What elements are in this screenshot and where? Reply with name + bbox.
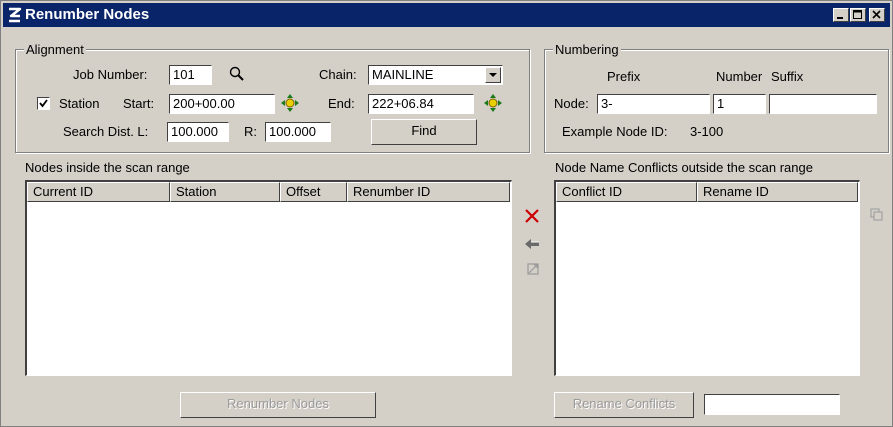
- conflicts-list[interactable]: Conflict ID Rename ID: [554, 180, 860, 376]
- delete-icon[interactable]: [523, 207, 541, 225]
- find-button[interactable]: Find: [371, 119, 477, 145]
- nodes-column-header-offset[interactable]: Offset: [280, 182, 347, 202]
- example-label: Example Node ID:: [562, 124, 668, 139]
- prefix-input[interactable]: 3-: [597, 94, 710, 114]
- chain-dropdown-button[interactable]: [485, 67, 501, 83]
- app-logo-icon: [9, 7, 22, 23]
- nodes-list-title: Nodes inside the scan range: [25, 160, 190, 175]
- nodes-column-header-renumber-id[interactable]: Renumber ID: [347, 182, 510, 202]
- example-value: 3-100: [690, 124, 724, 139]
- nodes-list[interactable]: Current ID Station Offset Renumber ID: [25, 180, 512, 376]
- chain-label: Chain:: [319, 67, 357, 82]
- nodes-column-header-station[interactable]: Station: [170, 182, 280, 202]
- station-checkbox[interactable]: [37, 97, 50, 110]
- start-label: Start:: [123, 96, 155, 111]
- search-right-input[interactable]: 100.000: [265, 122, 331, 142]
- numbering-group-label: Numbering: [553, 42, 621, 57]
- title-bar[interactable]: Renumber Nodes: [3, 3, 890, 27]
- checkmark-icon: [39, 99, 48, 108]
- move-icon[interactable]: [523, 235, 541, 253]
- suffix-header: Suffix: [771, 69, 804, 84]
- renumber-nodes-button[interactable]: Renumber Nodes: [180, 392, 376, 418]
- search-dist-label: Search Dist. L:: [63, 124, 149, 139]
- prefix-header: Prefix: [607, 69, 641, 84]
- minimize-button[interactable]: [833, 8, 849, 22]
- job-number-label: Job Number:: [73, 67, 148, 82]
- rename-conflicts-input[interactable]: [704, 394, 840, 415]
- nodes-column-header-current-id[interactable]: Current ID: [27, 182, 170, 202]
- locate-start-icon[interactable]: [280, 93, 300, 113]
- chain-select[interactable]: MAINLINE: [368, 65, 503, 85]
- close-icon: [872, 10, 881, 19]
- end-station-input[interactable]: 222+06.84: [368, 94, 474, 114]
- swap-icon[interactable]: [525, 261, 541, 277]
- node-label: Node:: [554, 96, 589, 111]
- conflicts-list-title: Node Name Conflicts outside the scan ran…: [555, 160, 813, 175]
- right-label: R:: [244, 124, 257, 139]
- copy-icon[interactable]: [869, 207, 885, 223]
- conflicts-column-header-rename-id[interactable]: Rename ID: [697, 182, 858, 202]
- window-title: Renumber Nodes: [25, 6, 150, 23]
- minimize-icon: [837, 17, 843, 19]
- job-number-input[interactable]: 101: [169, 65, 212, 85]
- close-button[interactable]: [869, 8, 885, 22]
- chain-select-value: MAINLINE: [372, 67, 434, 82]
- dropdown-arrow-icon: [489, 73, 497, 77]
- search-icon[interactable]: [228, 65, 246, 83]
- number-header: Number: [716, 69, 763, 84]
- alignment-group-label: Alignment: [24, 42, 86, 57]
- maximize-icon: [853, 10, 862, 19]
- suffix-input[interactable]: [769, 94, 877, 114]
- conflicts-column-header-conflict-id[interactable]: Conflict ID: [556, 182, 697, 202]
- station-label: Station: [59, 96, 100, 111]
- number-input[interactable]: 1: [713, 94, 766, 114]
- start-station-input[interactable]: 200+00.00: [169, 94, 275, 114]
- search-left-input[interactable]: 100.000: [167, 122, 229, 142]
- end-label: End:: [328, 96, 355, 111]
- maximize-button[interactable]: [850, 8, 866, 22]
- renumber-nodes-window: Renumber Nodes Alignment Job Number: 101…: [0, 0, 893, 427]
- locate-end-icon[interactable]: [483, 93, 503, 113]
- rename-conflicts-button[interactable]: Rename Conflicts: [554, 392, 694, 418]
